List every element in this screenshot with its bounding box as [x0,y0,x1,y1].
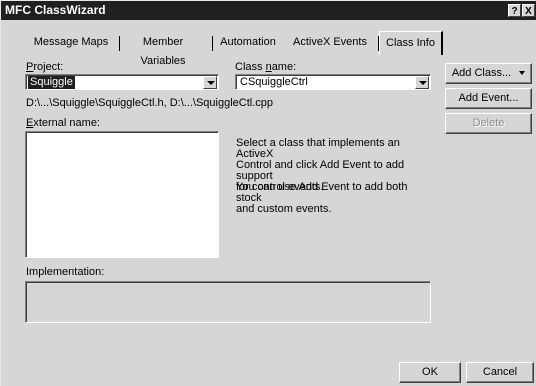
chevron-down-icon[interactable] [415,76,429,89]
tab-message-maps[interactable]: Message Maps [25,33,117,53]
tab-separator [119,36,120,51]
cancel-label: Cancel [482,366,518,378]
classwizard-dialog: MFC ClassWizard ? X Message Maps Member … [0,0,536,386]
add-event-button[interactable]: Add Event... [445,88,532,109]
project-combo[interactable]: Squiggle [25,74,219,90]
implementation-box [25,281,431,323]
delete-button[interactable]: Delete [445,113,532,134]
external-name-label: External name: [26,117,100,129]
class-name-value: CSquiggleCtrl [240,76,308,88]
external-name-list[interactable] [25,131,219,258]
add-class-button[interactable]: Add Class... [445,63,532,84]
delete-label: Delete [472,117,505,129]
close-icon[interactable]: X [522,4,535,17]
project-value: Squiggle [28,76,75,89]
tab-automation[interactable]: Automation [215,33,281,53]
window-title: MFC ClassWizard [5,3,106,17]
tab-separator [212,36,213,51]
cancel-button[interactable]: Cancel [466,362,534,383]
implementation-label: Implementation: [26,266,105,278]
ok-button[interactable]: OK [399,362,461,383]
chevron-down-icon[interactable] [203,76,217,89]
help-icon[interactable]: ? [508,4,521,17]
file-path-text: D:\...\Squiggle\SquiggleCtl.h, D:\...\Sq… [26,97,274,109]
class-name-label: Class name: [235,61,297,73]
title-bar[interactable]: MFC ClassWizard ? X [1,1,536,20]
tab-member-variables[interactable]: Member Variables [121,33,205,67]
class-name-combo[interactable]: CSquiggleCtrl [235,74,431,90]
add-event-label: Add Event... [458,92,519,104]
dropdown-arrow-icon [519,71,526,76]
tab-class-info[interactable]: Class Info [379,31,443,55]
info-text-2: You can use Add Event to add both stock … [236,181,408,215]
tab-activex-events[interactable]: ActiveX Events [284,33,376,53]
ok-label: OK [422,366,438,378]
add-class-label: Add Class... [451,67,512,79]
project-label: Project: [26,61,64,73]
